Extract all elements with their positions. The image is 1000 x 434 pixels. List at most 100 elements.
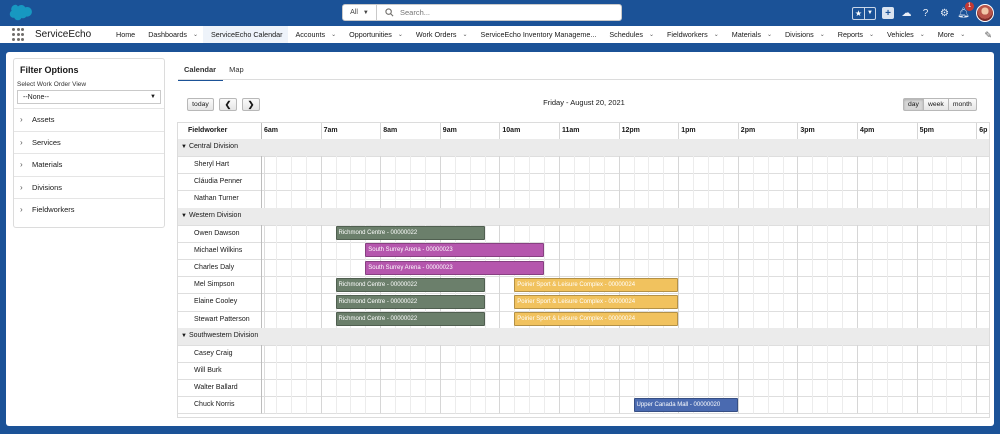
work-order-event[interactable]: Richmond Centre - 00000022 — [335, 277, 485, 292]
nav-item-label: Work Orders — [415, 30, 457, 39]
nav-item-dashboards[interactable]: Dashboards ⌄ — [140, 26, 203, 43]
nav-item-accounts[interactable]: Accounts ⌄ — [288, 26, 342, 43]
hour-label: 4pm — [860, 127, 875, 134]
salesforce-logo[interactable] — [8, 4, 32, 21]
nav-item-fieldworkers[interactable]: Fieldworkers ⌄ — [659, 26, 724, 43]
fieldworker-name: Owen Dawson — [194, 229, 240, 237]
chevron-down-icon[interactable]: ⌄ — [767, 31, 772, 38]
chevron-down-icon[interactable]: ⌄ — [463, 31, 468, 38]
global-search[interactable]: All ▼ — [342, 4, 622, 21]
nav-item-reports[interactable]: Reports ⌄ — [830, 26, 879, 43]
filter-section-divisions[interactable]: › Divisions — [14, 175, 164, 199]
triangle-down-icon[interactable]: ▼ — [181, 333, 187, 339]
fieldworker-name: Nathan Turner — [194, 195, 239, 203]
nav-item-label: Divisions — [784, 30, 814, 39]
filter-section-fieldworkers[interactable]: › Fieldworkers — [14, 198, 164, 221]
help-icon[interactable]: ? — [919, 7, 932, 20]
fieldworker-name: Cláudia Penner — [194, 178, 243, 186]
day-view-button[interactable]: day — [903, 98, 924, 111]
work-order-view-select[interactable]: --None-- ▼ — [17, 90, 161, 104]
nav-item-more[interactable]: More ⌄ — [930, 26, 970, 43]
timeline-grid: Fieldworker ▼ Central Division Sheryl Hart… — [177, 122, 990, 418]
division-group-label[interactable]: ▼ Southwestern Division — [181, 332, 258, 339]
nav-item-label: Accounts — [295, 30, 326, 39]
app-launcher-icon[interactable] — [12, 28, 25, 41]
division-name: Western Division — [188, 211, 242, 219]
favorites-button[interactable]: ★ ▼ — [852, 6, 876, 20]
hour-label: 5pm — [919, 127, 934, 134]
chevron-down-icon[interactable]: ⌄ — [193, 31, 198, 38]
today-button[interactable]: today — [187, 98, 214, 111]
work-order-event[interactable]: South Surrey Arena - 00000023 — [365, 260, 545, 275]
week-view-button[interactable]: week — [923, 98, 949, 111]
avatar[interactable] — [976, 4, 994, 22]
bell-icon[interactable]: 🔔︎ 1 — [957, 1, 974, 20]
triangle-down-icon[interactable]: ▼ — [181, 213, 187, 219]
work-order-event-title: Richmond Centre - 00000022 — [338, 316, 418, 322]
nav-item-label: Opportunities — [349, 30, 392, 39]
work-order-event[interactable]: Poirier Sport & Leisure Complex - 000000… — [514, 312, 679, 326]
global-header: All ▼ ★ ▼ + ☁ ? ⚙ 🔔︎ 1 — [0, 0, 1000, 26]
star-icon: ★ — [854, 8, 863, 18]
chevron-down-icon[interactable]: ⌄ — [960, 31, 965, 38]
search-scope-select[interactable]: All ▼ — [343, 5, 377, 20]
division-group-row[interactable]: ▼ Western Division — [178, 207, 989, 225]
nav-item-schedules[interactable]: Schedules ⌄ — [601, 26, 659, 43]
nav-item-work-orders[interactable]: Work Orders ⌄ — [408, 26, 473, 43]
division-group-row[interactable]: ▼ Central Division — [178, 139, 989, 157]
global-create-icon[interactable]: + — [882, 7, 894, 19]
nav-item-opportunities[interactable]: Opportunities ⌄ — [341, 26, 408, 43]
work-order-event-title: Poirier Sport & Leisure Complex - 000000… — [517, 281, 636, 288]
nav-item-home[interactable]: Home — [108, 26, 140, 43]
chevron-down-icon[interactable]: ⌄ — [820, 31, 825, 38]
nav-item-serviceecho-calendar[interactable]: ServiceEcho Calendar — [202, 26, 288, 45]
work-order-event[interactable]: Richmond Centre - 00000022 — [335, 226, 485, 241]
nav-item-label: ServiceEcho Calendar — [210, 30, 283, 39]
nav-item-vehicles[interactable]: Vehicles ⌄ — [879, 26, 930, 43]
work-order-event[interactable]: Upper Canada Mall - 00000020 — [633, 397, 738, 412]
bottom-bar — [0, 426, 1000, 434]
division-group-label[interactable]: ▼ Western Division — [181, 212, 241, 219]
division-group-label[interactable]: ▼ Central Division — [181, 143, 238, 150]
trailhead-icon[interactable]: ☁ — [900, 7, 913, 20]
work-order-event[interactable]: Poirier Sport & Leisure Complex - 000000… — [514, 277, 679, 292]
month-view-button[interactable]: month — [948, 98, 977, 111]
work-order-event[interactable]: Poirier Sport & Leisure Complex - 000000… — [514, 294, 679, 309]
nav-item-divisions[interactable]: Divisions ⌄ — [777, 26, 830, 43]
hour-label: 6p — [979, 127, 988, 134]
nav-item-materials[interactable]: Materials ⌄ — [724, 26, 777, 43]
chevron-down-icon[interactable]: ⌄ — [920, 31, 925, 38]
chevron-down-icon[interactable]: ⌄ — [714, 31, 719, 38]
fieldworker-column-header: Fieldworker — [188, 127, 228, 134]
nav-item-label: Materials — [731, 30, 761, 39]
work-order-event[interactable]: Richmond Centre - 00000022 — [335, 294, 485, 309]
prev-day-button[interactable]: ❮ — [219, 98, 237, 111]
next-day-button[interactable]: ❯ — [242, 98, 260, 111]
division-group-row[interactable]: ▼ Southwestern Division — [178, 327, 989, 345]
hour-label: 7am — [323, 127, 338, 134]
main-content: Filter Options Select Work Order View --… — [6, 52, 994, 426]
work-order-event[interactable]: South Surrey Arena - 00000023 — [365, 243, 545, 258]
caret-down-icon: ▼ — [362, 9, 369, 16]
nav-item-serviceecho-inventory-manageme[interactable]: ServiceEcho Inventory Manageme... — [473, 26, 602, 43]
search-input[interactable] — [400, 8, 600, 17]
chevron-down-icon[interactable]: ⌄ — [649, 31, 654, 38]
chevron-down-icon[interactable]: ⌄ — [869, 31, 874, 38]
filter-section-label: Fieldworkers — [32, 205, 75, 215]
hour-label: 8am — [383, 127, 398, 134]
work-order-event[interactable]: Richmond Centre - 00000022 — [335, 312, 485, 326]
filter-section-services[interactable]: › Services — [14, 130, 164, 154]
gear-icon[interactable]: ⚙ — [938, 7, 951, 20]
edit-nav-icon[interactable]: ✎ — [984, 30, 992, 41]
hour-label: 10am — [502, 127, 521, 134]
filter-section-assets[interactable]: › Assets — [14, 108, 164, 131]
triangle-down-icon[interactable]: ▼ — [181, 144, 187, 150]
app-navigation: ServiceEcho Home Dashboards ⌄ ServiceEcho C… — [0, 26, 1000, 45]
nav-item-label: Schedules — [609, 30, 643, 39]
chevron-down-icon[interactable]: ⌄ — [398, 31, 403, 38]
search-icon — [385, 8, 394, 17]
fieldworker-name: Mel Simpson — [194, 281, 235, 289]
chevron-down-icon[interactable]: ⌄ — [331, 31, 336, 38]
filter-section-materials[interactable]: › Materials — [14, 153, 164, 176]
fieldworker-name: Chuck Norris — [194, 401, 235, 409]
